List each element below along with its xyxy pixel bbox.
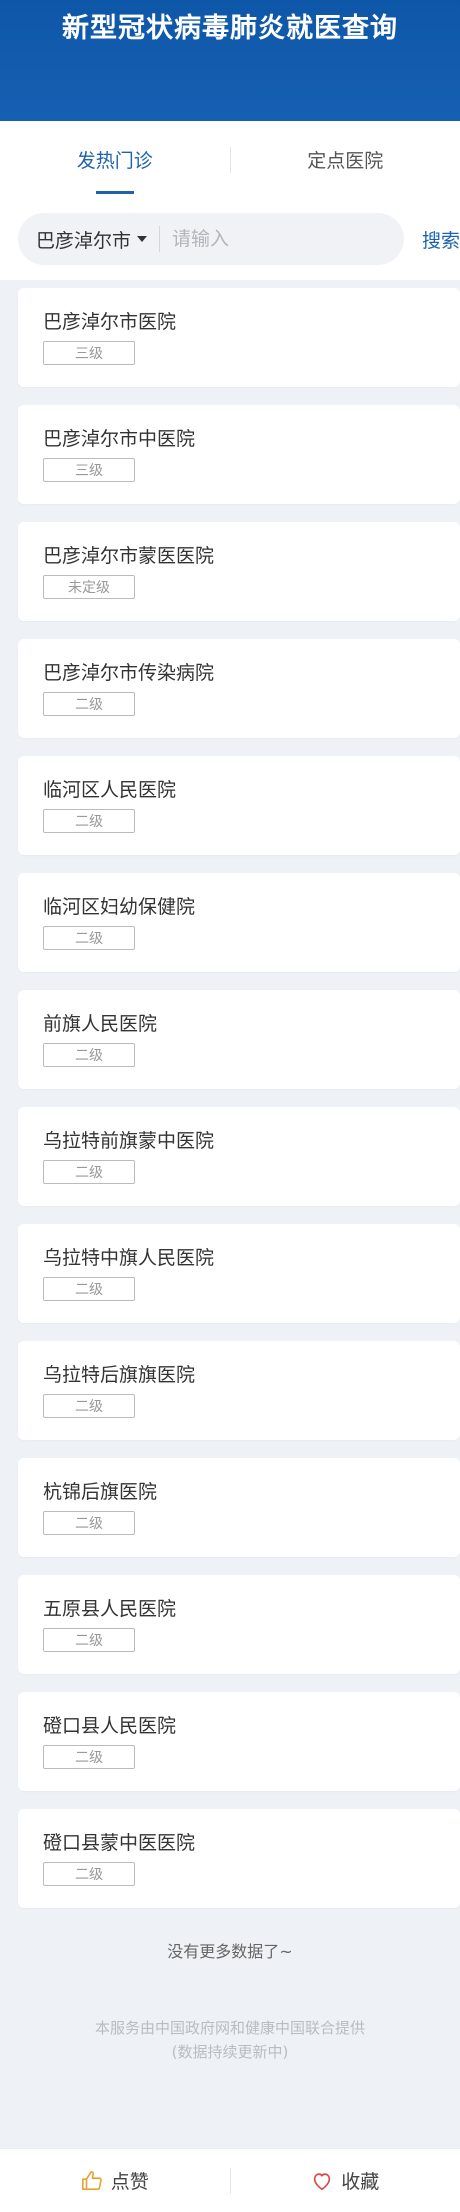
hospital-name: 五原县人民医院 — [43, 1598, 177, 1620]
hospital-card[interactable]: 乌拉特后旗旗医院 二级 — [18, 1341, 460, 1440]
hospital-level-badge: 二级 — [43, 926, 135, 950]
like-button[interactable]: 点赞 — [0, 2167, 230, 2194]
search-separator — [159, 226, 161, 252]
bottom-bar: 点赞 收藏 — [0, 2148, 460, 2212]
hospital-level-badge: 三级 — [43, 341, 135, 365]
hospital-level-badge: 未定级 — [43, 575, 135, 599]
hospital-level-badge: 二级 — [43, 1862, 135, 1886]
search-box: 巴彦淖尔市 — [18, 213, 404, 265]
hospital-name: 磴口县人民医院 — [43, 1715, 177, 1737]
hospital-level-badge: 二级 — [43, 1394, 135, 1418]
hospital-card[interactable]: 乌拉特中旗人民医院 二级 — [18, 1224, 460, 1323]
tab-designated-hospital[interactable]: 定点医院 — [231, 121, 460, 198]
footer-note: 本服务由中国政府网和健康中国联合提供 (数据持续更新中) — [0, 2016, 460, 2064]
hospital-card[interactable]: 前旗人民医院 二级 — [18, 990, 460, 1089]
hospital-name: 前旗人民医院 — [43, 1013, 158, 1035]
hospital-level-badge: 二级 — [43, 692, 135, 716]
thumbs-up-icon — [81, 2170, 102, 2190]
hospital-level-badge: 二级 — [43, 1043, 135, 1067]
hospital-card[interactable]: 乌拉特前旗蒙中医院 二级 — [18, 1107, 460, 1206]
hospital-name: 巴彦淖尔市传染病院 — [43, 662, 215, 684]
hospital-level-badge: 二级 — [43, 1277, 135, 1301]
search-input[interactable] — [172, 228, 323, 250]
hospital-card[interactable]: 五原县人民医院 二级 — [18, 1575, 460, 1674]
hospital-level-badge: 二级 — [43, 809, 135, 833]
favorite-label: 收藏 — [341, 2171, 380, 2193]
hospital-name: 巴彦淖尔市蒙医医院 — [43, 545, 215, 567]
hospital-name: 临河区人民医院 — [43, 779, 177, 801]
hospital-name: 杭锦后旗医院 — [43, 1481, 158, 1503]
hospital-name: 巴彦淖尔市医院 — [43, 311, 177, 333]
heart-icon — [314, 2172, 331, 2190]
hospital-card[interactable]: 巴彦淖尔市医院 三级 — [18, 288, 460, 387]
city-select[interactable]: 巴彦淖尔市 — [36, 226, 148, 253]
hospital-name: 乌拉特前旗蒙中医院 — [43, 1130, 215, 1152]
hospital-level-badge: 二级 — [43, 1160, 135, 1184]
hospital-card[interactable]: 巴彦淖尔市中医院 三级 — [18, 405, 460, 504]
hospital-level-badge: 二级 — [43, 1745, 135, 1769]
page-title: 新型冠状病毒肺炎就医查询 — [62, 13, 398, 44]
footer-line-1: 本服务由中国政府网和健康中国联合提供 — [94, 2019, 365, 2037]
hospital-card[interactable]: 杭锦后旗医院 二级 — [18, 1458, 460, 1557]
hospital-name: 乌拉特后旗旗医院 — [43, 1364, 196, 1386]
hospital-name: 临河区妇幼保健院 — [43, 896, 196, 918]
footer-line-2: (数据持续更新中) — [171, 2043, 289, 2061]
like-label: 点赞 — [110, 2171, 149, 2193]
hospital-card[interactable]: 磴口县人民医院 二级 — [18, 1692, 460, 1791]
page-header: 新型冠状病毒肺炎就医查询 — [0, 0, 460, 121]
hospital-level-badge: 二级 — [43, 1628, 135, 1652]
hospital-level-badge: 三级 — [43, 458, 135, 482]
list-end-text: 没有更多数据了~ — [167, 1942, 293, 1961]
favorite-button[interactable]: 收藏 — [231, 2167, 460, 2194]
search-bar: 巴彦淖尔市 搜索 — [0, 198, 460, 280]
caret-down-icon — [137, 236, 148, 242]
city-select-label: 巴彦淖尔市 — [36, 229, 132, 252]
hospital-name: 巴彦淖尔市中医院 — [43, 428, 196, 450]
hospital-card[interactable]: 临河区妇幼保健院 二级 — [18, 873, 460, 972]
hospital-name: 乌拉特中旗人民医院 — [43, 1247, 215, 1269]
hospital-card[interactable]: 磴口县蒙中医医院 二级 — [18, 1809, 460, 1908]
hospital-card[interactable]: 临河区人民医院 二级 — [18, 756, 460, 855]
hospital-card[interactable]: 巴彦淖尔市传染病院 二级 — [18, 639, 460, 738]
tab-fever-clinic[interactable]: 发热门诊 — [0, 121, 230, 198]
hospital-card[interactable]: 巴彦淖尔市蒙医医院 未定级 — [18, 522, 460, 621]
hospital-list: 巴彦淖尔市医院 三级 巴彦淖尔市中医院 三级 巴彦淖尔市蒙医医院 未定级 巴彦淖尔市传染病院… — [0, 280, 460, 1908]
hospital-name: 磴口县蒙中医医院 — [43, 1832, 196, 1854]
hospital-level-badge: 二级 — [43, 1511, 135, 1535]
tab-bar: 发热门诊 定点医院 — [0, 121, 460, 198]
search-button[interactable]: 搜索 — [422, 226, 460, 253]
